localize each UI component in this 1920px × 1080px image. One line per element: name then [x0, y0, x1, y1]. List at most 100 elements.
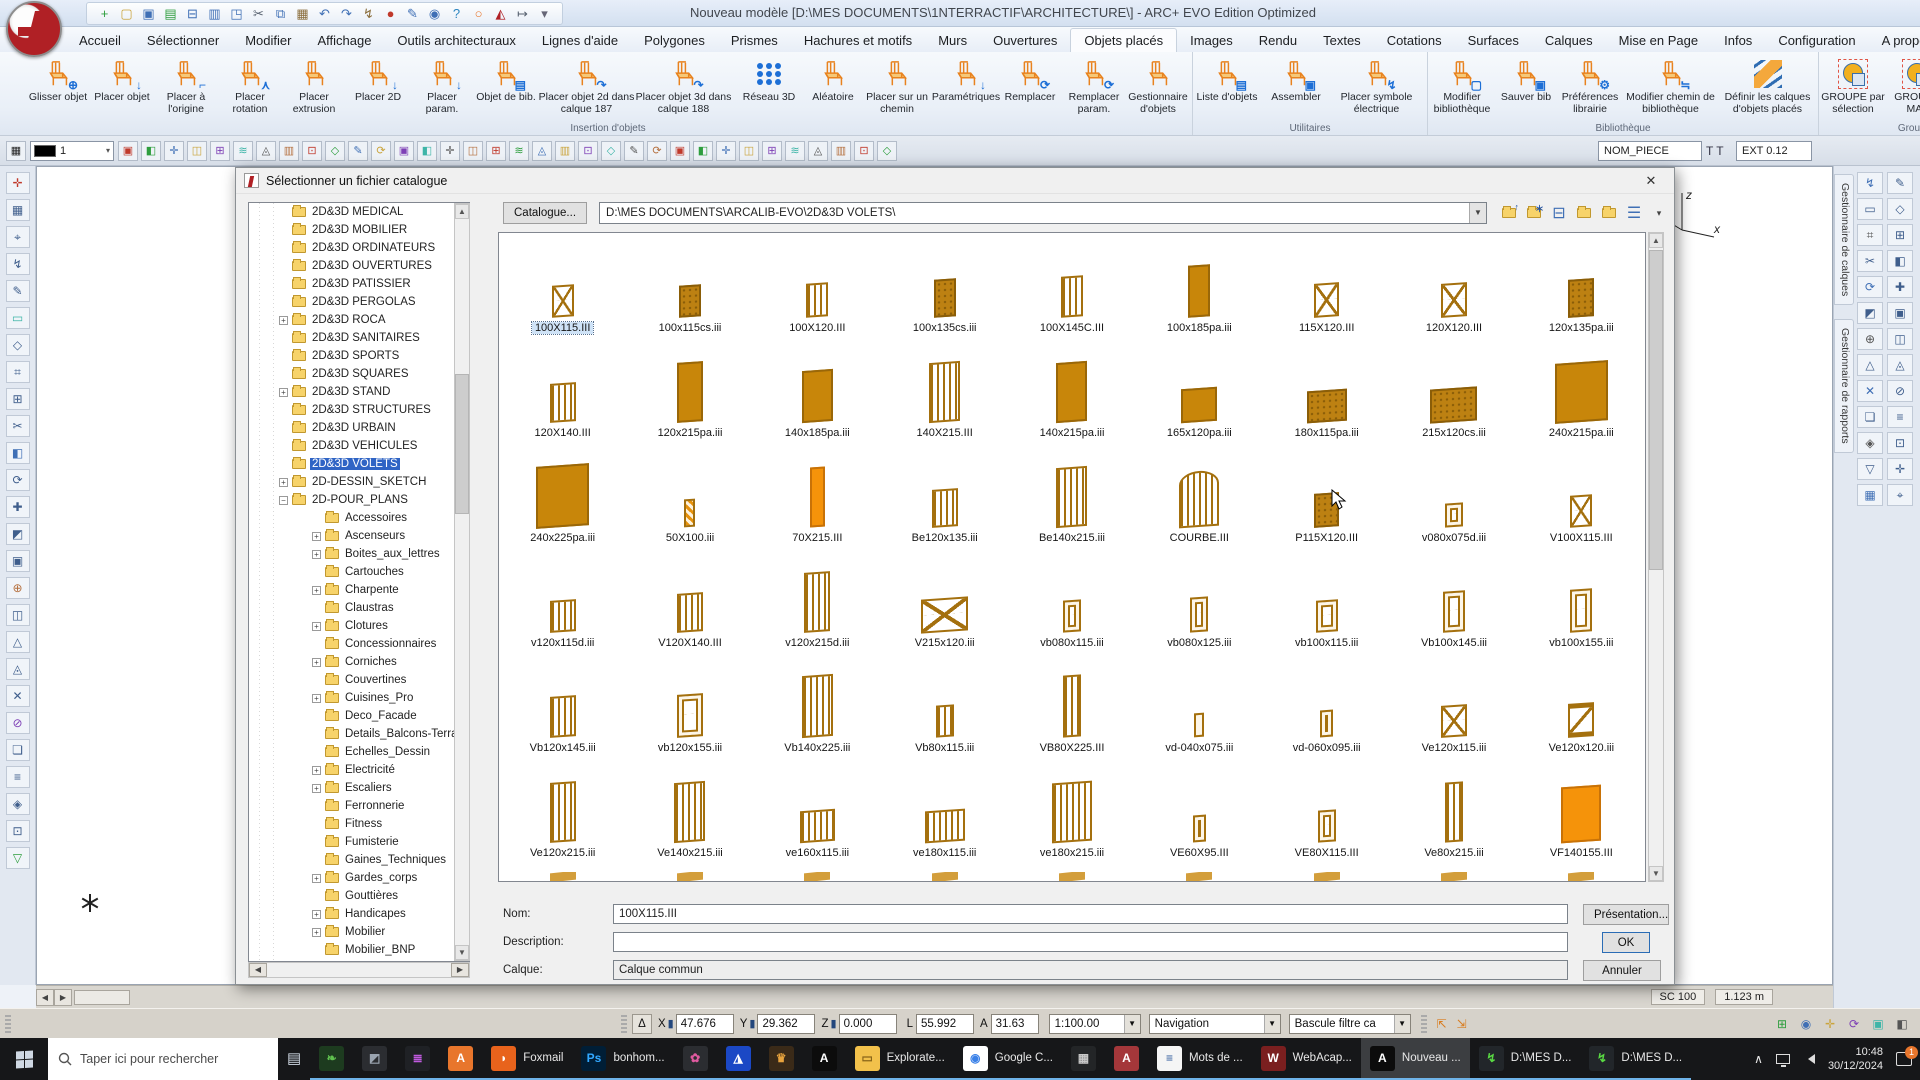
catalog-item[interactable]: 120x215pa.iii — [626, 338, 753, 443]
catalog-item[interactable]: P115X120.III — [1263, 443, 1390, 548]
tree-item-mobilier-bnp[interactable]: +Mobilier_BNP — [249, 941, 469, 959]
catalog-item[interactable]: vb080x115.iii — [1008, 548, 1135, 653]
tree-item-gaines-techniques[interactable]: +Gaines_Techniques — [249, 851, 469, 869]
expand-icon[interactable]: + — [312, 873, 321, 883]
catalog-item[interactable]: VE60X95.III — [1136, 758, 1263, 863]
tree-item-couvertines[interactable]: +Couvertines — [249, 671, 469, 689]
catalog-item[interactable]: Be120x135.iii — [881, 443, 1008, 548]
presentation-button[interactable]: Présentation... — [1583, 904, 1669, 925]
taskbar-music-app[interactable]: ≣ — [396, 1038, 440, 1080]
menu-tab-surfaces[interactable]: Surfaces — [1455, 29, 1532, 52]
tree-item-mobilier[interactable]: + Mobilier — [249, 923, 469, 941]
ribbon-button-placer-rotation[interactable]: ⋏ Placer rotation — [218, 55, 282, 116]
taskbar-orange-app[interactable]: A — [439, 1038, 483, 1080]
tree-item-2d-3d-vehicules[interactable]: +2D&3D VEHICULES — [249, 437, 469, 455]
tree-item-ferronnerie[interactable]: +Ferronnerie — [249, 797, 469, 815]
ribbon-button-placer-objet-2d-dans-calque-187[interactable]: ↷ Placer objet 2d dans calque 187 — [538, 55, 635, 116]
description-field[interactable] — [613, 932, 1568, 952]
catalog-item[interactable]: Be140x215.iii — [1008, 443, 1135, 548]
tool-icon[interactable]: ◫ — [739, 140, 759, 161]
taskbar-cad-doc-app2[interactable]: ↯ D:\MES D... — [1580, 1038, 1692, 1080]
tool-icon[interactable]: ▥ — [831, 140, 851, 161]
menu-tab-murs[interactable]: Murs — [925, 29, 980, 52]
scroll-right-icon[interactable]: ▶ — [451, 963, 469, 977]
ribbon-button-placer-sur-un-chemin[interactable]: Placer sur un chemin — [865, 55, 929, 116]
catalog-item[interactable]: 240x215pa.iii — [1518, 338, 1645, 443]
scroll-down-icon[interactable]: ▼ — [455, 945, 469, 960]
status-icon[interactable]: ◉ — [1796, 1014, 1816, 1034]
tree-item-boites-aux-lettres[interactable]: + Boites_aux_lettres — [249, 545, 469, 563]
taskbar-search[interactable]: Taper ici pour rechercher — [48, 1038, 278, 1080]
clock[interactable]: 10:48 30/12/2024 — [1828, 1045, 1883, 1074]
tool-icon[interactable]: ⊞ — [210, 140, 230, 161]
tool-icon[interactable]: ≋ — [785, 140, 805, 161]
save-all-icon[interactable]: ▤ — [161, 4, 180, 23]
catalog-item[interactable]: 100X115.III — [499, 233, 626, 338]
ribbon-button-groupe-maj[interactable]: GROUPE MAJ — [1885, 55, 1920, 116]
menu-tab-cotations[interactable]: Cotations — [1374, 29, 1455, 52]
piece-name-field[interactable]: NOM_PIECE — [1598, 140, 1702, 161]
catalog-item[interactable]: vd-040x075.iii — [1136, 653, 1263, 758]
tree-item-2d-dessin-sketch[interactable]: +2D-DESSIN_SKETCH — [249, 473, 469, 491]
panel-icon[interactable]: ✛ — [1887, 458, 1913, 480]
expand-icon[interactable]: + — [279, 315, 288, 325]
open-folder-icon[interactable] — [1599, 204, 1619, 222]
taskbar-dark-app2[interactable]: ▦ — [1061, 1038, 1105, 1080]
tree-view-icon[interactable]: ⊟ — [1549, 204, 1569, 222]
expand-icon[interactable]: + — [312, 783, 321, 793]
tree-item-2d-pour-plans[interactable]: − 2D-POUR_PLANS — [249, 491, 469, 509]
ribbon-button-groupe-par-s-lection[interactable]: GROUPE par sélection — [1821, 55, 1885, 116]
catalogue-button[interactable]: Catalogue... — [503, 202, 588, 224]
tool-icon[interactable]: ◫ — [187, 140, 207, 161]
taskbar-dark-app[interactable]: ◩ — [353, 1038, 397, 1080]
horizontal-scrollbar[interactable] — [74, 989, 130, 1005]
catalog-item[interactable]: Vb100x145.iii — [1390, 548, 1517, 653]
catalog-item[interactable]: vb120x155.iii — [626, 653, 753, 758]
panel-icon[interactable]: ⌖ — [1887, 484, 1913, 506]
menu-tab-polygones[interactable]: Polygones — [631, 29, 718, 52]
catalog-item[interactable]: V100X115.III — [1518, 443, 1645, 548]
tool-icon[interactable]: ◬ — [256, 140, 276, 161]
tree-item-cartouches[interactable]: +Cartouches — [249, 563, 469, 581]
grid-icon[interactable]: ▦ — [6, 140, 26, 161]
tree-item-2d-3d-sports[interactable]: +2D&3D SPORTS — [249, 347, 469, 365]
paste-icon[interactable]: ▦ — [293, 4, 312, 23]
lock-icon[interactable]: ▮ — [831, 1017, 837, 1030]
tree-item-ascenseurs[interactable]: + Ascenseurs — [249, 527, 469, 545]
expand-icon[interactable]: + — [279, 477, 288, 487]
taskbar-explorer-app[interactable]: ▭ Explorate... — [845, 1038, 954, 1080]
tool-icon[interactable]: ✎ — [5, 280, 30, 302]
tool-icon[interactable]: ▽ — [5, 847, 30, 869]
tool-icon[interactable]: ⊘ — [5, 712, 30, 734]
panel-icon[interactable]: ◧ — [1887, 250, 1913, 272]
tool-icon[interactable]: ✚ — [5, 496, 30, 518]
taskbar-chrome-app[interactable]: ◉ Google C... — [953, 1038, 1062, 1080]
angle-field[interactable]: 31.63 — [990, 1013, 1039, 1034]
status-icon[interactable]: ◧ — [1892, 1014, 1912, 1034]
catalog-item[interactable]: Vb120x145.iii — [499, 653, 626, 758]
copy-icon[interactable]: ⧉ — [271, 4, 290, 23]
taskbar-foxmail-app[interactable]: ◗ Foxmail — [482, 1038, 573, 1080]
taskbar-access-app[interactable]: A — [1104, 1038, 1148, 1080]
ribbon-button-liste-d-objets[interactable]: ▤ Liste d'objets — [1195, 55, 1259, 104]
document-icon[interactable]: ▥ — [205, 4, 224, 23]
dialog-title-bar[interactable]: Sélectionner un fichier catalogue ✕ — [236, 168, 1674, 194]
ribbon-button-remplacer[interactable]: ⟳ Remplacer — [998, 55, 1062, 104]
export-object-icon[interactable]: ⇲ — [1452, 1014, 1472, 1034]
tree-item-2d-3d-mobilier[interactable]: +2D&3D MOBILIER — [249, 221, 469, 239]
tree-item-2d-3d-medical[interactable]: +2D&3D MEDICAL — [249, 203, 469, 221]
menu-tab-configuration[interactable]: Configuration — [1765, 29, 1868, 52]
panel-icon[interactable]: ▭ — [1857, 198, 1883, 220]
catalog-item[interactable]: 215x120cs.iii — [1390, 338, 1517, 443]
tool-icon[interactable]: ≋ — [509, 140, 529, 161]
scroll-up-icon[interactable]: ▲ — [1649, 233, 1663, 248]
catalog-item[interactable]: Ve120x120.iii — [1518, 653, 1645, 758]
catalogue-path-combo[interactable]: D:\MES DOCUMENTS\ARCALIB-EVO\2D&3D VOLET… — [599, 202, 1487, 224]
ribbon-button-param-triques[interactable]: ↓ Paramétriques — [932, 55, 1000, 104]
tree-item-2d-3d-ordinateurs[interactable]: +2D&3D ORDINATEURS — [249, 239, 469, 257]
panel-icon[interactable]: ✕ — [1857, 380, 1883, 402]
panel-icon[interactable]: ✎ — [1887, 172, 1913, 194]
panel-icon[interactable]: ▣ — [1887, 302, 1913, 324]
tool-icon[interactable]: ◬ — [808, 140, 828, 161]
panel-icon[interactable]: ▽ — [1857, 458, 1883, 480]
